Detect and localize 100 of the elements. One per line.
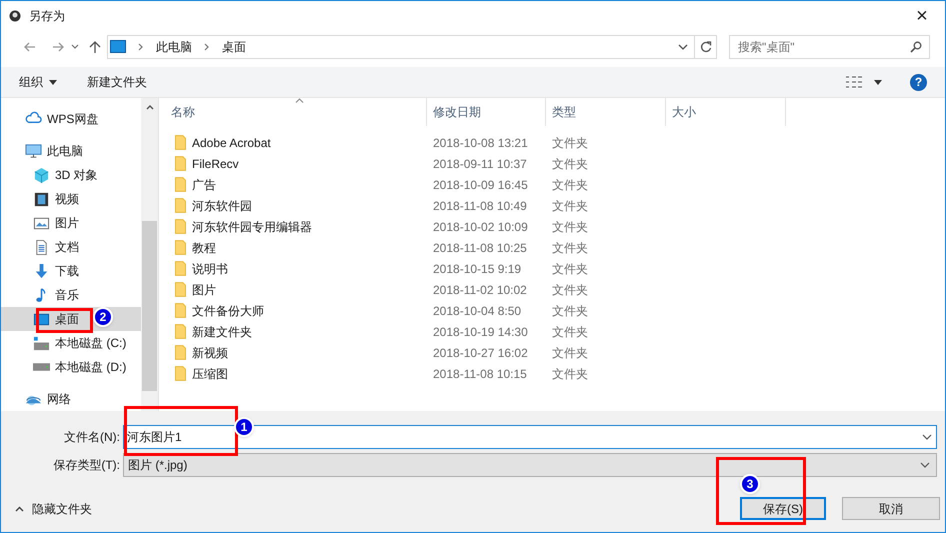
help-button[interactable]: ? xyxy=(910,74,927,90)
file-name[interactable]: 河东软件园专用编辑器 xyxy=(192,218,312,236)
scroll-up-icon[interactable] xyxy=(146,104,154,110)
sidebar-item[interactable]: WPS网盘 xyxy=(1,107,141,131)
table-cell-text: 文件夹 xyxy=(551,198,589,214)
new-folder-button[interactable]: 新建文件夹 xyxy=(87,73,147,91)
chevron-down-icon[interactable] xyxy=(71,43,79,51)
up-arrow-icon[interactable] xyxy=(89,40,101,54)
window-title: 另存为 xyxy=(29,8,65,25)
hide-folders-toggle[interactable]: 隐藏文件夹 xyxy=(15,500,92,518)
organize-menu-button[interactable]: 组织 xyxy=(19,73,57,91)
table-cell-text: 2018-10-02 10:09 xyxy=(432,218,529,236)
table-cell-text: 2018-10-04 8:50 xyxy=(432,302,522,320)
folder-icon xyxy=(175,198,186,213)
breadcrumb-item[interactable]: 桌面 xyxy=(222,38,246,56)
chevron-down-icon[interactable] xyxy=(678,42,688,52)
sidebar-item[interactable]: 视频 xyxy=(1,187,141,211)
file-type-label: 保存类型(T): xyxy=(52,457,121,474)
search-field[interactable]: 搜索"桌面" xyxy=(729,35,930,59)
table-cell-text: 2018-11-02 10:02 xyxy=(432,282,528,298)
caret-icon[interactable] xyxy=(874,80,882,84)
column-header[interactable]: 大小 xyxy=(666,98,786,126)
table-cell-text: 2018-10-27 16:02 xyxy=(432,344,529,362)
sidebar-item[interactable]: 此电脑 xyxy=(1,139,141,163)
annotation-box xyxy=(36,308,93,333)
folder-icon xyxy=(175,261,186,276)
drive-icon xyxy=(33,334,50,352)
forward-icon[interactable] xyxy=(51,40,65,54)
folder-icon xyxy=(175,156,186,171)
file-name[interactable]: 说明书 xyxy=(192,260,228,278)
refresh-button[interactable] xyxy=(695,35,717,59)
folder-icon xyxy=(175,219,186,234)
cube-icon xyxy=(33,166,50,184)
file-name[interactable]: 河东软件园 xyxy=(192,196,252,214)
file-name[interactable]: 新视频 xyxy=(192,344,228,362)
table-cell-text: 文件夹 xyxy=(551,218,589,236)
table-cell-text: 2018-11-08 10:25 xyxy=(432,240,528,256)
save-button[interactable]: 保存(S) xyxy=(740,497,826,520)
folder-icon xyxy=(175,240,186,255)
folder-icon xyxy=(175,177,186,192)
computer-icon xyxy=(25,142,42,160)
file-name[interactable]: 图片 xyxy=(192,280,216,298)
file-name[interactable]: 教程 xyxy=(192,238,216,256)
table-cell-text: 2018-10-08 13:21 xyxy=(432,134,529,152)
column-header[interactable]: 名称 xyxy=(159,98,427,126)
folder-icon xyxy=(175,324,186,339)
table-cell-text: 文件夹 xyxy=(551,240,589,256)
table-cell-text: 文件夹 xyxy=(551,134,589,152)
file-name[interactable]: 广告 xyxy=(192,176,216,194)
sidebar-item[interactable]: 本地磁盘 (C:) xyxy=(1,331,141,355)
cancel-button[interactable]: 取消 xyxy=(842,497,940,520)
table-cell-text: 2018-11-08 10:49 xyxy=(432,198,528,214)
chevron-right-icon[interactable] xyxy=(138,43,144,51)
folder-icon xyxy=(175,282,186,297)
download-arrow-icon xyxy=(33,262,50,280)
table-cell-text: 2018-11-08 10:15 xyxy=(432,366,528,382)
table-cell-text: 2018-10-19 14:30 xyxy=(432,324,529,340)
sidebar-item[interactable]: 网络 xyxy=(1,387,141,411)
close-button[interactable]: × xyxy=(907,3,937,29)
address-bar[interactable]: 此电脑 桌面 xyxy=(107,35,695,59)
chevron-up-icon xyxy=(15,506,24,512)
film-icon xyxy=(33,190,50,208)
sidebar-item[interactable]: 本地磁盘 (D:) xyxy=(1,355,141,379)
sidebar-item[interactable]: 文档 xyxy=(1,235,141,259)
refresh-icon xyxy=(700,41,712,53)
table-cell-text: 文件夹 xyxy=(551,282,589,298)
table-cell-text: 文件夹 xyxy=(551,324,589,340)
file-type-dropdown[interactable]: 图片 (*.jpg) xyxy=(123,453,937,477)
table-cell-text: 文件夹 xyxy=(551,260,589,278)
table-cell-text: 文件夹 xyxy=(551,156,589,172)
file-name[interactable]: 压缩图 xyxy=(192,364,228,382)
folder-icon xyxy=(175,366,186,381)
sidebar-item[interactable]: 图片 xyxy=(1,211,141,235)
folder-icon xyxy=(175,345,186,360)
chevron-down-icon[interactable] xyxy=(922,432,932,442)
back-icon[interactable] xyxy=(23,40,37,54)
file-name[interactable]: 新建文件夹 xyxy=(192,322,252,340)
file-name[interactable]: Adobe Acrobat xyxy=(192,134,271,152)
sidebar-item[interactable]: 3D 对象 xyxy=(1,163,141,187)
table-cell-text: 2018-10-15 9:19 xyxy=(432,260,522,278)
view-options-icon[interactable] xyxy=(846,76,862,88)
table-cell-text: 2018-09-11 10:37 xyxy=(432,156,528,172)
sidebar-scrollbar[interactable] xyxy=(141,98,158,411)
sort-ascending-icon xyxy=(295,98,304,103)
search-icon xyxy=(910,41,922,53)
file-name[interactable]: FileRecv xyxy=(192,154,239,172)
file-name[interactable]: 文件备份大师 xyxy=(192,302,264,320)
sidebar-item[interactable]: 下载 xyxy=(1,259,141,283)
breadcrumb-item[interactable]: 此电脑 xyxy=(156,38,192,56)
desktop-icon xyxy=(110,40,126,54)
column-header[interactable]: 修改日期 xyxy=(427,98,546,126)
folder-icon xyxy=(175,135,186,150)
drive-icon xyxy=(33,363,50,371)
column-header[interactable]: 类型 xyxy=(546,98,666,126)
app-icon xyxy=(9,10,21,22)
sidebar-item[interactable]: 音乐 xyxy=(1,283,141,307)
chevron-right-icon[interactable] xyxy=(204,43,210,51)
scrollbar-thumb[interactable] xyxy=(142,221,157,391)
filename-label: 文件名(N): xyxy=(63,429,121,446)
table-cell-text: 文件夹 xyxy=(551,176,589,194)
